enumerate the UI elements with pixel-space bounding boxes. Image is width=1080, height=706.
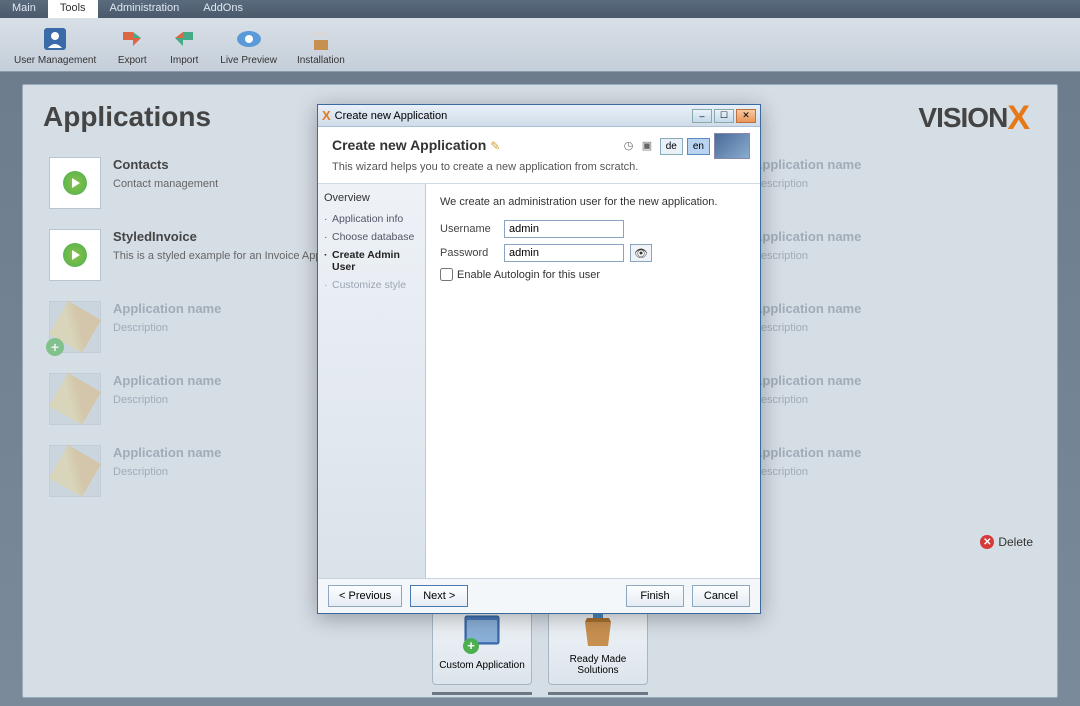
password-input[interactable] (504, 244, 624, 262)
nav-step-customize-style[interactable]: Customize style (324, 276, 419, 294)
toolbar: User Management Export Import Live Previ… (0, 18, 1080, 72)
app-desc: Description (753, 322, 861, 334)
delete-label: Delete (998, 535, 1033, 549)
camera-icon[interactable]: ▣ (642, 139, 656, 153)
app-desc: Contact management (113, 178, 218, 190)
wizard-intro: We create an administration user for the… (440, 196, 746, 208)
app-desc: Description (753, 178, 861, 190)
toolbar-import[interactable]: Import (158, 21, 210, 68)
visionx-icon: X (322, 108, 331, 123)
installation-icon (305, 23, 337, 55)
app-desc: This is a styled example for an Invoice … (113, 250, 326, 262)
dialog-header: Create new Application ✎ This wizard help… (318, 127, 760, 184)
users-icon (39, 23, 71, 55)
menu-tab-tools[interactable]: Tools (48, 0, 98, 18)
dialog-window-title: Create new Application (335, 110, 448, 122)
app-title: Application name (113, 373, 221, 388)
svg-text:+: + (467, 638, 475, 653)
bottom-underline (432, 692, 648, 695)
wizard-content: We create an administration user for the… (426, 184, 760, 578)
previous-button[interactable]: < Previous (328, 585, 402, 607)
app-desc: Description (753, 250, 861, 262)
play-icon (63, 243, 87, 267)
toolbar-label: Export (118, 55, 147, 66)
app-title: Application name (113, 301, 221, 316)
wand-icon: ✎ (490, 139, 500, 153)
app-title: Contacts (113, 157, 218, 172)
menu-tab-administration[interactable]: Administration (98, 0, 192, 18)
header-preview-thumb (714, 133, 750, 159)
app-desc: Description (753, 394, 861, 406)
import-icon (168, 23, 200, 55)
menu-tab-main[interactable]: Main (0, 0, 48, 18)
toolbar-label: User Management (14, 55, 96, 66)
dialog-subheading: This wizard helps you to create a new ap… (332, 161, 746, 173)
big-btn-label: Ready Made Solutions (555, 654, 641, 676)
app-desc: Description (753, 466, 861, 478)
app-title: Application name (753, 301, 861, 316)
dialog-titlebar[interactable]: X Create new Application ‒ ☐ ✕ (318, 105, 760, 127)
app-desc: Description (113, 394, 221, 406)
toolbar-label: Live Preview (220, 55, 277, 66)
password-label: Password (440, 247, 498, 259)
toolbar-label: Installation (297, 55, 345, 66)
app-thumb (49, 229, 101, 281)
preview-icon (233, 23, 265, 55)
app-thumb: + (49, 301, 101, 353)
autologin-checkbox[interactable] (440, 268, 453, 281)
lang-de-button[interactable]: de (660, 138, 683, 155)
autologin-label: Enable Autologin for this user (457, 269, 600, 281)
app-desc: Description (113, 466, 221, 478)
export-icon (116, 23, 148, 55)
next-button[interactable]: Next > (410, 585, 468, 607)
minimize-button[interactable]: ‒ (692, 109, 712, 123)
lang-en-button[interactable]: en (687, 138, 710, 155)
app-title: StyledInvoice (113, 229, 326, 244)
menu-tab-addons[interactable]: AddOns (191, 0, 255, 18)
finish-button[interactable]: Finish (626, 585, 684, 607)
username-input[interactable] (504, 220, 624, 238)
dialog-heading: Create new Application (332, 137, 486, 153)
toolbar-export[interactable]: Export (106, 21, 158, 68)
app-title: Application name (113, 445, 221, 460)
eye-icon: 👁 (634, 247, 648, 260)
plus-icon: + (46, 338, 64, 356)
app-thumb (49, 373, 101, 425)
username-label: Username (440, 223, 498, 235)
app-title: Application name (753, 157, 861, 172)
nav-step-app-info[interactable]: Application info (324, 210, 419, 228)
delete-icon: ✕ (980, 535, 994, 549)
create-app-dialog: X Create new Application ‒ ☐ ✕ Create ne… (317, 104, 761, 614)
maximize-button[interactable]: ☐ (714, 109, 734, 123)
app-title: Application name (753, 373, 861, 388)
close-button[interactable]: ✕ (736, 109, 756, 123)
toolbar-user-management[interactable]: User Management (4, 21, 106, 68)
app-thumb (49, 157, 101, 209)
app-thumb (49, 445, 101, 497)
toggle-password-button[interactable]: 👁 (630, 244, 652, 262)
delete-button[interactable]: ✕ Delete (980, 535, 1033, 549)
toolbar-live-preview[interactable]: Live Preview (210, 21, 287, 68)
play-icon (63, 171, 87, 195)
dialog-footer: < Previous Next > Finish Cancel (318, 578, 760, 613)
clock-icon[interactable]: ◷ (624, 139, 638, 153)
app-title: Application name (753, 445, 861, 460)
brand-logo: VISIONX (918, 99, 1029, 138)
app-desc: Description (113, 322, 221, 334)
toolbar-label: Import (170, 55, 198, 66)
dialog-body: Overview Application info Choose databas… (318, 184, 760, 578)
app-title: Application name (753, 229, 861, 244)
toolbar-installation[interactable]: Installation (287, 21, 355, 68)
cancel-button[interactable]: Cancel (692, 585, 750, 607)
big-btn-label: Custom Application (439, 660, 525, 671)
wizard-nav: Overview Application info Choose databas… (318, 184, 426, 578)
nav-step-create-admin-user[interactable]: Create Admin User (324, 246, 419, 276)
custom-app-icon: + (459, 610, 505, 656)
menubar: Main Tools Administration AddOns (0, 0, 1080, 18)
nav-overview-label: Overview (324, 192, 419, 204)
nav-step-choose-database[interactable]: Choose database (324, 228, 419, 246)
